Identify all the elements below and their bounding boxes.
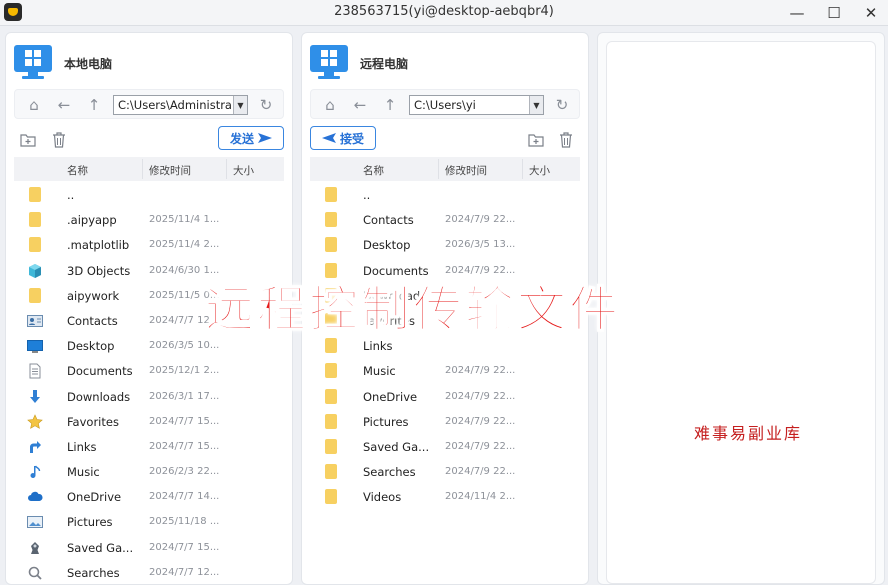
table-row[interactable]: Music 2026/2/3 22... xyxy=(14,460,284,485)
send-button[interactable]: 发送 xyxy=(218,126,284,150)
folder-icon xyxy=(325,438,337,454)
refresh-icon[interactable]: ↻ xyxy=(257,96,275,114)
up-arrow-icon[interactable]: ↑ xyxy=(85,96,103,114)
local-panel-title: 本地电脑 xyxy=(64,57,113,71)
desktop-icon xyxy=(27,340,43,354)
receive-button[interactable]: 接受 xyxy=(310,126,376,150)
link-arrow-icon xyxy=(30,440,41,453)
table-row[interactable]: Searches 2024/7/7 12... xyxy=(14,561,284,584)
column-size[interactable]: 大小 xyxy=(233,163,254,178)
game-piece-icon xyxy=(31,541,39,554)
picture-icon xyxy=(27,516,43,529)
music-note-icon xyxy=(30,465,41,479)
table-row[interactable]: Favorites 2024/7/7 15... xyxy=(14,410,284,435)
watermark-text: 难事易副业库 xyxy=(694,424,803,443)
folder-icon xyxy=(325,489,337,505)
folder-icon xyxy=(29,187,41,202)
send-arrow-icon xyxy=(258,133,272,143)
table-row[interactable]: Searches 2024/7/9 22... xyxy=(310,460,580,485)
title-bar: 238563715(yi@desktop-aebqbr4) — ☐ ✕ xyxy=(0,0,888,26)
column-modified[interactable]: 修改时间 xyxy=(445,163,487,178)
remote-path-text: C:\Users\yi xyxy=(414,98,476,112)
cloud-icon xyxy=(28,492,43,502)
remote-path-input[interactable]: C:\Users\yi ▼ xyxy=(409,95,544,115)
new-folder-icon[interactable] xyxy=(18,130,38,150)
table-row[interactable]: .matplotlib 2025/11/4 2... xyxy=(14,233,284,258)
folder-icon xyxy=(325,212,337,228)
back-arrow-icon[interactable]: ← xyxy=(55,96,73,114)
computer-icon xyxy=(14,45,52,79)
video-caption-overlay: 远程控制传输文件 xyxy=(204,280,622,339)
folder-icon xyxy=(325,237,337,253)
table-row[interactable]: Music 2024/7/9 22... xyxy=(310,359,580,384)
up-arrow-icon[interactable]: ↑ xyxy=(381,96,399,114)
table-row[interactable]: .. xyxy=(310,183,580,208)
folder-icon xyxy=(29,212,41,228)
folder-icon xyxy=(29,237,41,253)
table-row[interactable]: Desktop 2026/3/5 13... xyxy=(310,233,580,258)
chevron-down-icon[interactable]: ▼ xyxy=(233,96,247,114)
folder-icon xyxy=(325,388,337,404)
download-arrow-icon xyxy=(30,389,40,403)
trash-icon[interactable] xyxy=(49,130,69,150)
remote-nav-bar: ⌂ ← ↑ C:\Users\yi ▼ ↻ xyxy=(310,89,580,119)
table-row[interactable]: Downloads 2026/3/1 17... xyxy=(14,385,284,410)
local-path-input[interactable]: C:\Users\Administra ▼ xyxy=(113,95,248,115)
folder-icon xyxy=(29,287,41,303)
cube-icon xyxy=(29,263,41,278)
local-column-header: 名称 修改时间 大小 xyxy=(14,157,284,181)
table-row[interactable]: .aipyapp 2025/11/4 1... xyxy=(14,208,284,233)
back-arrow-icon[interactable]: ← xyxy=(351,96,369,114)
contact-card-icon xyxy=(27,314,43,327)
remote-panel-title: 远程电脑 xyxy=(360,57,409,71)
search-icon xyxy=(28,566,42,580)
home-icon[interactable]: ⌂ xyxy=(321,96,339,114)
new-folder-icon[interactable] xyxy=(526,130,546,150)
column-name[interactable]: 名称 xyxy=(67,163,88,178)
send-label: 发送 xyxy=(229,131,254,146)
table-row[interactable]: OneDrive 2024/7/9 22... xyxy=(310,385,580,410)
folder-icon xyxy=(325,413,337,429)
close-button[interactable]: ✕ xyxy=(856,0,886,26)
table-row[interactable]: Pictures 2025/11/18 ... xyxy=(14,510,284,535)
receive-label: 接受 xyxy=(339,131,364,146)
remote-file-list: .. Contacts 2024/7/9 22... Desktop 2026/3/… xyxy=(310,183,580,510)
folder-icon xyxy=(325,464,337,480)
chevron-down-icon[interactable]: ▼ xyxy=(529,96,543,114)
table-row[interactable]: .. xyxy=(14,183,284,208)
remote-column-header: 名称 修改时间 大小 xyxy=(310,157,580,181)
table-row[interactable]: Saved Ga... 2024/7/9 22... xyxy=(310,435,580,460)
table-row[interactable]: Links 2024/7/7 15... xyxy=(14,435,284,460)
table-row[interactable]: Contacts 2024/7/9 22... xyxy=(310,208,580,233)
home-icon[interactable]: ⌂ xyxy=(25,96,43,114)
maximize-button[interactable]: ☐ xyxy=(819,0,849,26)
table-row[interactable]: Documents 2025/12/1 2... xyxy=(14,359,284,384)
folder-icon xyxy=(325,187,337,202)
minimize-button[interactable]: — xyxy=(782,0,812,26)
table-row[interactable]: OneDrive 2024/7/7 14... xyxy=(14,485,284,510)
receive-arrow-icon xyxy=(321,133,336,143)
trash-icon[interactable] xyxy=(556,130,576,150)
window-title: 238563715(yi@desktop-aebqbr4) xyxy=(334,4,554,19)
computer-icon xyxy=(310,45,348,79)
table-row[interactable]: Pictures 2024/7/9 22... xyxy=(310,410,580,435)
local-path-text: C:\Users\Administra xyxy=(118,98,232,112)
table-row[interactable]: Saved Ga... 2024/7/7 15... xyxy=(14,536,284,561)
star-icon xyxy=(27,413,43,429)
table-row[interactable]: Videos 2024/11/4 2... xyxy=(310,485,580,510)
local-file-list: .. .aipyapp 2025/11/4 1... .matplotlib 202… xyxy=(14,183,284,584)
folder-icon xyxy=(325,363,337,379)
column-modified[interactable]: 修改时间 xyxy=(149,163,191,178)
local-nav-bar: ⌂ ← ↑ C:\Users\Administra ▼ ↻ xyxy=(14,89,284,119)
document-icon xyxy=(29,363,41,379)
column-size[interactable]: 大小 xyxy=(529,163,550,178)
column-name[interactable]: 名称 xyxy=(363,163,384,178)
refresh-icon[interactable]: ↻ xyxy=(553,96,571,114)
